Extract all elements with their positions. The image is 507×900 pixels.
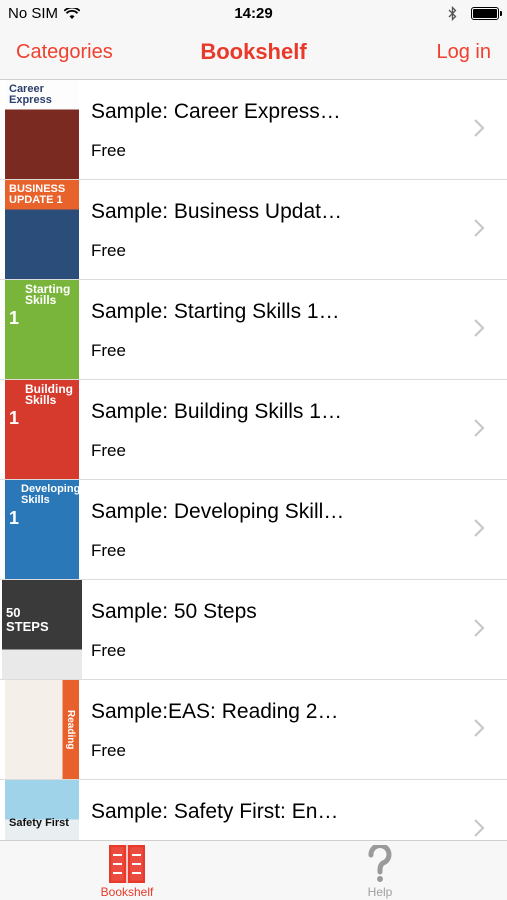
- login-button[interactable]: Log in: [437, 41, 492, 64]
- status-right: [448, 6, 502, 21]
- book-cover: Safety First: [5, 780, 79, 840]
- book-cover: Career Express: [5, 80, 79, 179]
- book-title: Sample: Career Express…: [91, 100, 341, 123]
- battery-icon: [471, 7, 502, 20]
- book-title: Sample: Starting Skills 1…: [91, 300, 340, 323]
- book-title: Sample: Safety First: En…: [91, 800, 339, 823]
- book-row[interactable]: BUSINESS UPDATE 1 Sample: Business Updat…: [0, 180, 507, 280]
- tab-bookshelf[interactable]: Bookshelf: [77, 845, 177, 900]
- book-row[interactable]: Developing Skills 1 Sample: Developing S…: [0, 480, 507, 580]
- book-cover: Starting Skills 1: [5, 280, 79, 379]
- book-title: Sample: Developing Skill…: [91, 500, 345, 523]
- chevron-right-icon: [474, 819, 485, 837]
- book-cover: Developing Skills 1: [5, 480, 79, 579]
- chevron-right-icon: [474, 419, 485, 437]
- tab-bookshelf-label: Bookshelf: [100, 885, 154, 899]
- book-cover: Reading: [5, 680, 79, 779]
- chevron-right-icon: [474, 619, 485, 637]
- book-row[interactable]: Building Skills 1 Sample: Building Skill…: [0, 380, 507, 480]
- chevron-right-icon: [474, 519, 485, 537]
- tab-bar: Bookshelf Help: [0, 840, 507, 900]
- question-mark-icon: [368, 845, 392, 882]
- book-title: Sample: Business Updat…: [91, 200, 342, 223]
- book-price: Free: [91, 541, 126, 560]
- book-price: Free: [91, 241, 126, 260]
- cover-label: Career Express: [9, 83, 52, 106]
- cover-label: Safety First: [9, 817, 69, 829]
- chevron-right-icon: [474, 319, 485, 337]
- status-time: 14:29: [234, 5, 273, 22]
- book-cover: 50 STEPS: [2, 580, 82, 679]
- book-row[interactable]: 50 STEPS Sample: 50 Steps Free: [0, 580, 507, 680]
- book-list: Career Express Sample: Career Express… F…: [0, 80, 507, 840]
- book-cover: BUSINESS UPDATE 1: [5, 180, 79, 279]
- book-title: Sample:EAS: Reading 2…: [91, 700, 339, 723]
- book-row[interactable]: Career Express Sample: Career Express… F…: [0, 80, 507, 180]
- cover-label: BUSINESS UPDATE 1: [9, 183, 66, 206]
- tab-help[interactable]: Help: [330, 845, 430, 900]
- bookshelf-icon: [109, 845, 145, 883]
- book-price: Free: [91, 741, 126, 760]
- book-price: Free: [91, 141, 126, 160]
- book-row[interactable]: Reading Sample:EAS: Reading 2… Free: [0, 680, 507, 780]
- cover-label: Building Skills: [25, 382, 73, 407]
- book-cover: Building Skills 1: [5, 380, 79, 479]
- book-row[interactable]: Safety First Sample: Safety First: En…: [0, 780, 507, 840]
- status-bar: No SIM 14:29: [0, 0, 507, 30]
- book-price: Free: [91, 441, 126, 460]
- book-title: Sample: Building Skills 1…: [91, 400, 342, 423]
- cover-label: Starting Skills: [25, 282, 71, 307]
- bluetooth-icon: [448, 6, 457, 21]
- cover-label: Reading: [65, 710, 76, 750]
- book-price: Free: [91, 341, 126, 360]
- categories-button[interactable]: Categories: [16, 41, 113, 64]
- book-price: Free: [91, 641, 126, 660]
- chevron-right-icon: [474, 119, 485, 137]
- cover-label: 50 STEPS: [6, 605, 49, 634]
- chevron-right-icon: [474, 719, 485, 737]
- tab-help-label: Help: [367, 885, 393, 899]
- nav-bar: Categories Bookshelf Log in: [0, 30, 507, 80]
- book-row[interactable]: Starting Skills 1 Sample: Starting Skill…: [0, 280, 507, 380]
- cover-label: Developing Skills: [21, 483, 79, 506]
- book-title: Sample: 50 Steps: [91, 600, 257, 623]
- chevron-right-icon: [474, 219, 485, 237]
